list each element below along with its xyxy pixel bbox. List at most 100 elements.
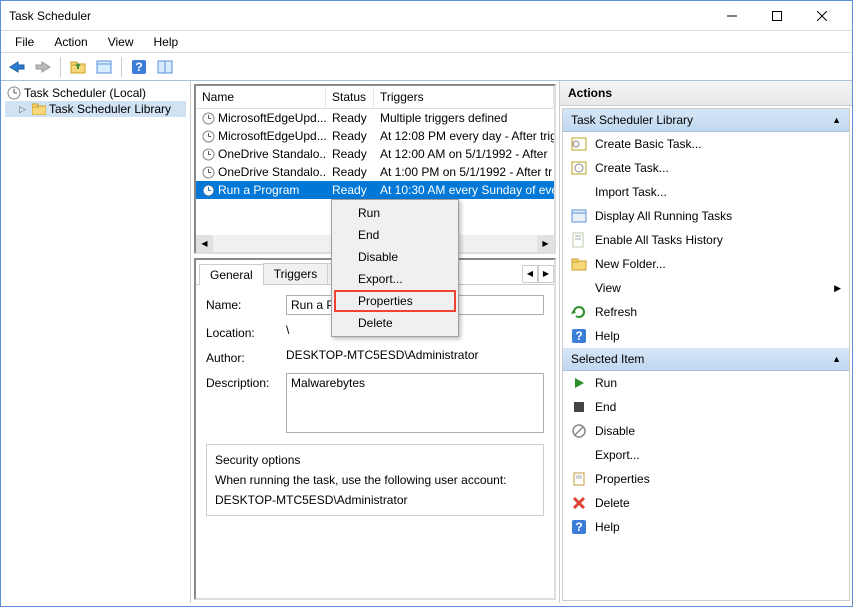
action-refresh[interactable]: Refresh <box>563 300 849 324</box>
action-help2[interactable]: ? Help <box>563 515 849 539</box>
action-view[interactable]: View ▶ <box>563 276 849 300</box>
table-row[interactable]: OneDrive Standalo... Ready At 12:00 AM o… <box>196 145 554 163</box>
menu-help[interactable]: Help <box>144 33 189 51</box>
help-icon[interactable]: ? <box>127 56 151 78</box>
ctx-disable[interactable]: Disable <box>334 246 456 268</box>
help-icon: ? <box>571 328 587 344</box>
action-create-task[interactable]: Create Task... <box>563 156 849 180</box>
minimize-button[interactable] <box>709 2 754 30</box>
tab-general[interactable]: General <box>199 264 264 285</box>
section-library[interactable]: Task Scheduler Library ▲ <box>563 109 849 132</box>
action-end[interactable]: End <box>563 395 849 419</box>
disable-icon <box>571 423 587 439</box>
ctx-export[interactable]: Export... <box>334 268 456 290</box>
action-enable-history[interactable]: Enable All Tasks History <box>563 228 849 252</box>
action-import-task[interactable]: Import Task... <box>563 180 849 204</box>
cell-status: Ready <box>326 165 374 179</box>
ctx-run[interactable]: Run <box>334 202 456 224</box>
tree-root[interactable]: Task Scheduler (Local) <box>5 85 186 101</box>
delete-icon <box>571 495 587 511</box>
cell-name: OneDrive Standalo... <box>218 165 326 179</box>
action-label: Delete <box>595 496 630 510</box>
tab-scroll-right-icon[interactable]: ▶ <box>538 265 554 283</box>
table-row[interactable]: Run a Program Ready At 10:30 AM every Su… <box>196 181 554 199</box>
action-label: Display All Running Tasks <box>595 209 732 223</box>
actions-panel: Actions Task Scheduler Library ▲ Create … <box>560 81 852 603</box>
folder-icon <box>32 103 46 115</box>
collapse-icon: ▲ <box>832 115 841 125</box>
scroll-right-icon[interactable]: ▶ <box>537 235 554 252</box>
running-icon <box>571 208 587 224</box>
properties-icon[interactable] <box>92 56 116 78</box>
action-run[interactable]: Run <box>563 371 849 395</box>
table-row[interactable]: MicrosoftEdgeUpd... Ready At 12:08 PM ev… <box>196 127 554 145</box>
action-help[interactable]: ? Help <box>563 324 849 348</box>
col-name[interactable]: Name <box>196 86 326 108</box>
center-panel: Name Status Triggers MicrosoftEdgeUpd...… <box>191 81 560 603</box>
export-icon <box>571 447 587 463</box>
tab-triggers[interactable]: Triggers <box>263 263 329 284</box>
col-triggers[interactable]: Triggers <box>374 86 554 108</box>
table-row[interactable]: OneDrive Standalo... Ready At 1:00 PM on… <box>196 163 554 181</box>
table-row[interactable]: MicrosoftEdgeUpd... Ready Multiple trigg… <box>196 109 554 127</box>
ctx-end[interactable]: End <box>334 224 456 246</box>
section-selected-item[interactable]: Selected Item ▲ <box>563 348 849 371</box>
action-label: Properties <box>595 472 650 486</box>
action-delete[interactable]: Delete <box>563 491 849 515</box>
action-create-basic-task[interactable]: Create Basic Task... <box>563 132 849 156</box>
action-export[interactable]: Export... <box>563 443 849 467</box>
pane-icon[interactable] <box>153 56 177 78</box>
action-properties[interactable]: Properties <box>563 467 849 491</box>
author-value: DESKTOP-MTC5ESD\Administrator <box>286 348 544 365</box>
scroll-left-icon[interactable]: ◀ <box>196 235 213 252</box>
action-label: Disable <box>595 424 635 438</box>
toolbar: ? <box>1 53 852 81</box>
tree-panel: Task Scheduler (Local) ▷ Task Scheduler … <box>1 81 191 603</box>
stop-icon <box>571 399 587 415</box>
ctx-properties[interactable]: Properties <box>334 290 456 312</box>
menu-action[interactable]: Action <box>44 33 97 51</box>
security-text: When running the task, use the following… <box>215 473 535 487</box>
cell-trigger: At 12:08 PM every day - After trig <box>374 129 554 143</box>
menu-file[interactable]: File <box>5 33 44 51</box>
action-label: Enable All Tasks History <box>595 233 723 247</box>
submenu-arrow-icon: ▶ <box>834 283 841 294</box>
security-legend: Security options <box>211 453 304 467</box>
folder-icon <box>571 256 587 272</box>
action-label: Run <box>595 376 617 390</box>
expander-icon[interactable]: ▷ <box>19 104 29 115</box>
cell-trigger: Multiple triggers defined <box>374 111 554 125</box>
clock-icon <box>202 166 215 179</box>
ctx-delete[interactable]: Delete <box>334 312 456 334</box>
author-label: Author: <box>206 348 286 365</box>
action-new-folder[interactable]: New Folder... <box>563 252 849 276</box>
clock-icon <box>202 148 215 161</box>
description-field[interactable] <box>286 373 544 433</box>
action-disable[interactable]: Disable <box>563 419 849 443</box>
titlebar: Task Scheduler <box>1 1 852 31</box>
back-button[interactable] <box>5 56 29 78</box>
tab-scroll-left-icon[interactable]: ◀ <box>522 265 538 283</box>
action-label: Create Task... <box>595 161 669 175</box>
action-label: End <box>595 400 616 414</box>
security-account: DESKTOP-MTC5ESD\Administrator <box>215 493 535 507</box>
cell-trigger: At 1:00 PM on 5/1/1992 - After tr <box>374 165 554 179</box>
col-status[interactable]: Status <box>326 86 374 108</box>
cell-status: Ready <box>326 147 374 161</box>
menu-view[interactable]: View <box>98 33 144 51</box>
cell-status: Ready <box>326 111 374 125</box>
action-display-running[interactable]: Display All Running Tasks <box>563 204 849 228</box>
location-label: Location: <box>206 323 286 340</box>
tab-nav: ◀ ▶ <box>522 265 554 283</box>
tree-library[interactable]: ▷ Task Scheduler Library <box>5 101 186 117</box>
action-label: Create Basic Task... <box>595 137 702 151</box>
close-button[interactable] <box>799 2 844 30</box>
cell-name: Run a Program <box>218 183 299 197</box>
cell-name: MicrosoftEdgeUpd... <box>218 129 326 143</box>
cell-status: Ready <box>326 129 374 143</box>
forward-button[interactable] <box>31 56 55 78</box>
task-basic-icon <box>571 136 587 152</box>
maximize-button[interactable] <box>754 2 799 30</box>
folder-up-icon[interactable] <box>66 56 90 78</box>
action-label: Refresh <box>595 305 637 319</box>
